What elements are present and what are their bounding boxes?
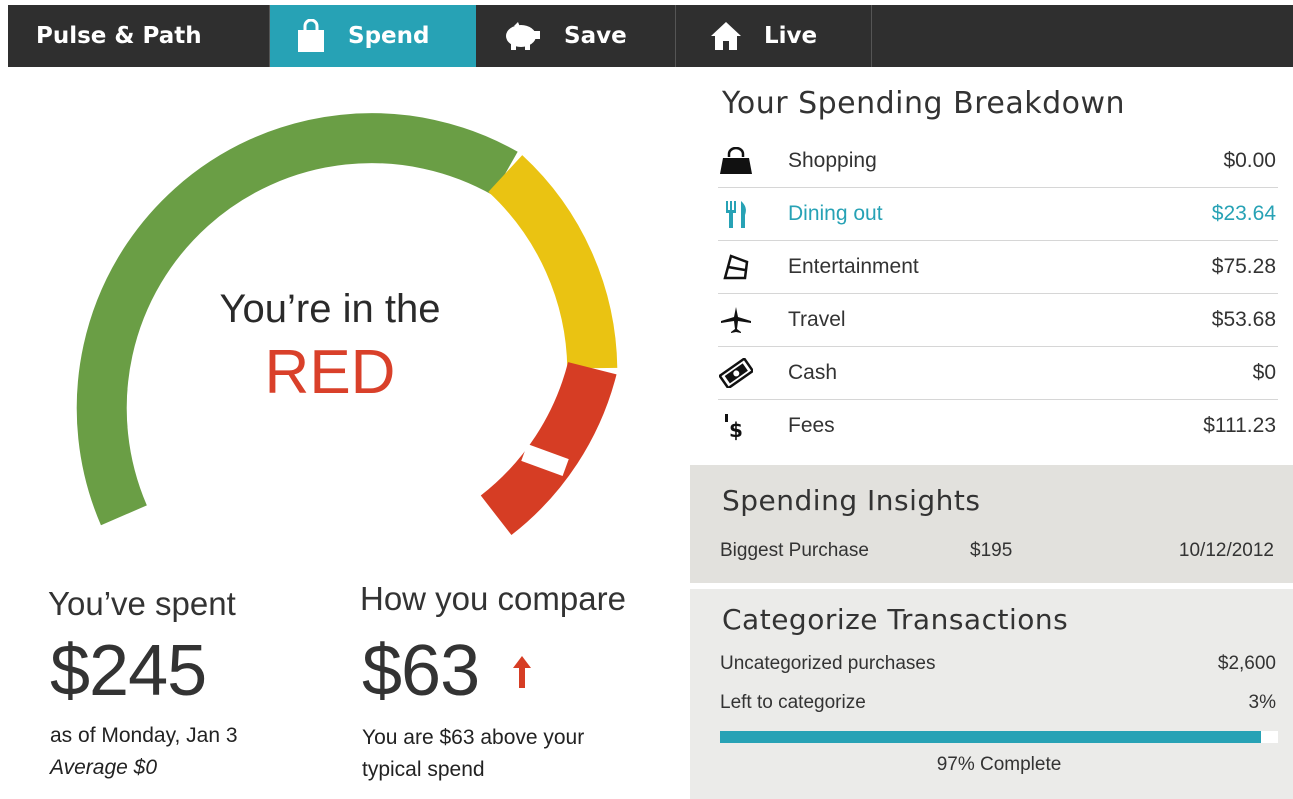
uncategorized-value: $2,600: [1217, 653, 1276, 674]
spent-heading: You’ve spent: [48, 585, 236, 622]
compare-amount: $63: [362, 631, 480, 711]
breakdown-name: Dining out: [788, 202, 883, 225]
shopping-bag-icon: [718, 145, 754, 177]
breakdown-name: Cash: [788, 361, 838, 384]
breakdown-row-fees[interactable]: $ Fees $111.23: [718, 400, 1278, 452]
breakdown-amount: $23.64: [1211, 202, 1276, 225]
tab-live[interactable]: Live: [676, 5, 872, 67]
breakdown-amount: $0.00: [1223, 149, 1276, 172]
breakdown-name: Shopping: [788, 149, 877, 172]
breakdown-amount: $75.28: [1211, 255, 1276, 278]
cash-icon: [718, 357, 754, 389]
breakdown-title: Your Spending Breakdown: [722, 86, 1126, 121]
compare-line2: typical spend: [362, 758, 485, 781]
breakdown-amount: $0: [1252, 361, 1276, 384]
biggest-purchase-date: 10/12/2012: [1178, 540, 1274, 561]
arrow-up-icon: [513, 656, 531, 688]
home-icon: [710, 21, 742, 51]
ticket-icon: [718, 251, 754, 283]
breakdown-amount: $53.68: [1211, 308, 1276, 331]
breakdown-name: Fees: [788, 414, 835, 437]
compare-heading: How you compare: [360, 580, 626, 617]
fork-knife-icon: [718, 198, 754, 230]
spent-average: Average $0: [50, 756, 158, 779]
breakdown-row-cash[interactable]: Cash $0: [718, 347, 1278, 400]
categorize-progress-bar: [720, 731, 1278, 743]
progress-label: 97% Complete: [936, 754, 1062, 775]
breakdown-amount: $111.23: [1203, 414, 1276, 437]
progress-fill: [720, 731, 1262, 743]
gauge-yellow-segment: [488, 155, 618, 369]
fees-icon: $: [718, 410, 754, 442]
breakdown-row-dining[interactable]: Dining out $23.64: [718, 188, 1278, 241]
breakdown-name: Entertainment: [788, 255, 919, 278]
insights-title: Spending Insights: [722, 484, 981, 517]
biggest-purchase-amount: $195: [970, 540, 1013, 561]
breakdown-row-travel[interactable]: Travel $53.68: [718, 294, 1278, 347]
tab-live-label: Live: [764, 23, 818, 49]
svg-text:$: $: [729, 418, 743, 441]
left-to-categorize-label: Left to categorize: [720, 692, 866, 713]
compare-line1: You are $63 above your: [362, 726, 585, 749]
biggest-purchase-label: Biggest Purchase: [720, 540, 869, 561]
spending-insights-panel: [690, 465, 1293, 583]
categorize-title: Categorize Transactions: [722, 603, 1069, 636]
gauge-status-text: You’re in the: [219, 287, 441, 331]
spent-as-of: as of Monday, Jan 3: [50, 724, 238, 747]
gauge-red-segment: [480, 361, 617, 536]
gauge-status-value: RED: [264, 338, 396, 407]
breakdown-row-shopping[interactable]: Shopping $0.00: [718, 135, 1278, 188]
breakdown-name: Travel: [788, 308, 846, 331]
spent-amount: $245: [50, 631, 207, 711]
left-to-categorize-value: 3%: [1248, 692, 1276, 713]
breakdown-row-entertainment[interactable]: Entertainment $75.28: [718, 241, 1278, 294]
uncategorized-label: Uncategorized purchases: [720, 653, 936, 674]
airplane-icon: [718, 304, 754, 336]
